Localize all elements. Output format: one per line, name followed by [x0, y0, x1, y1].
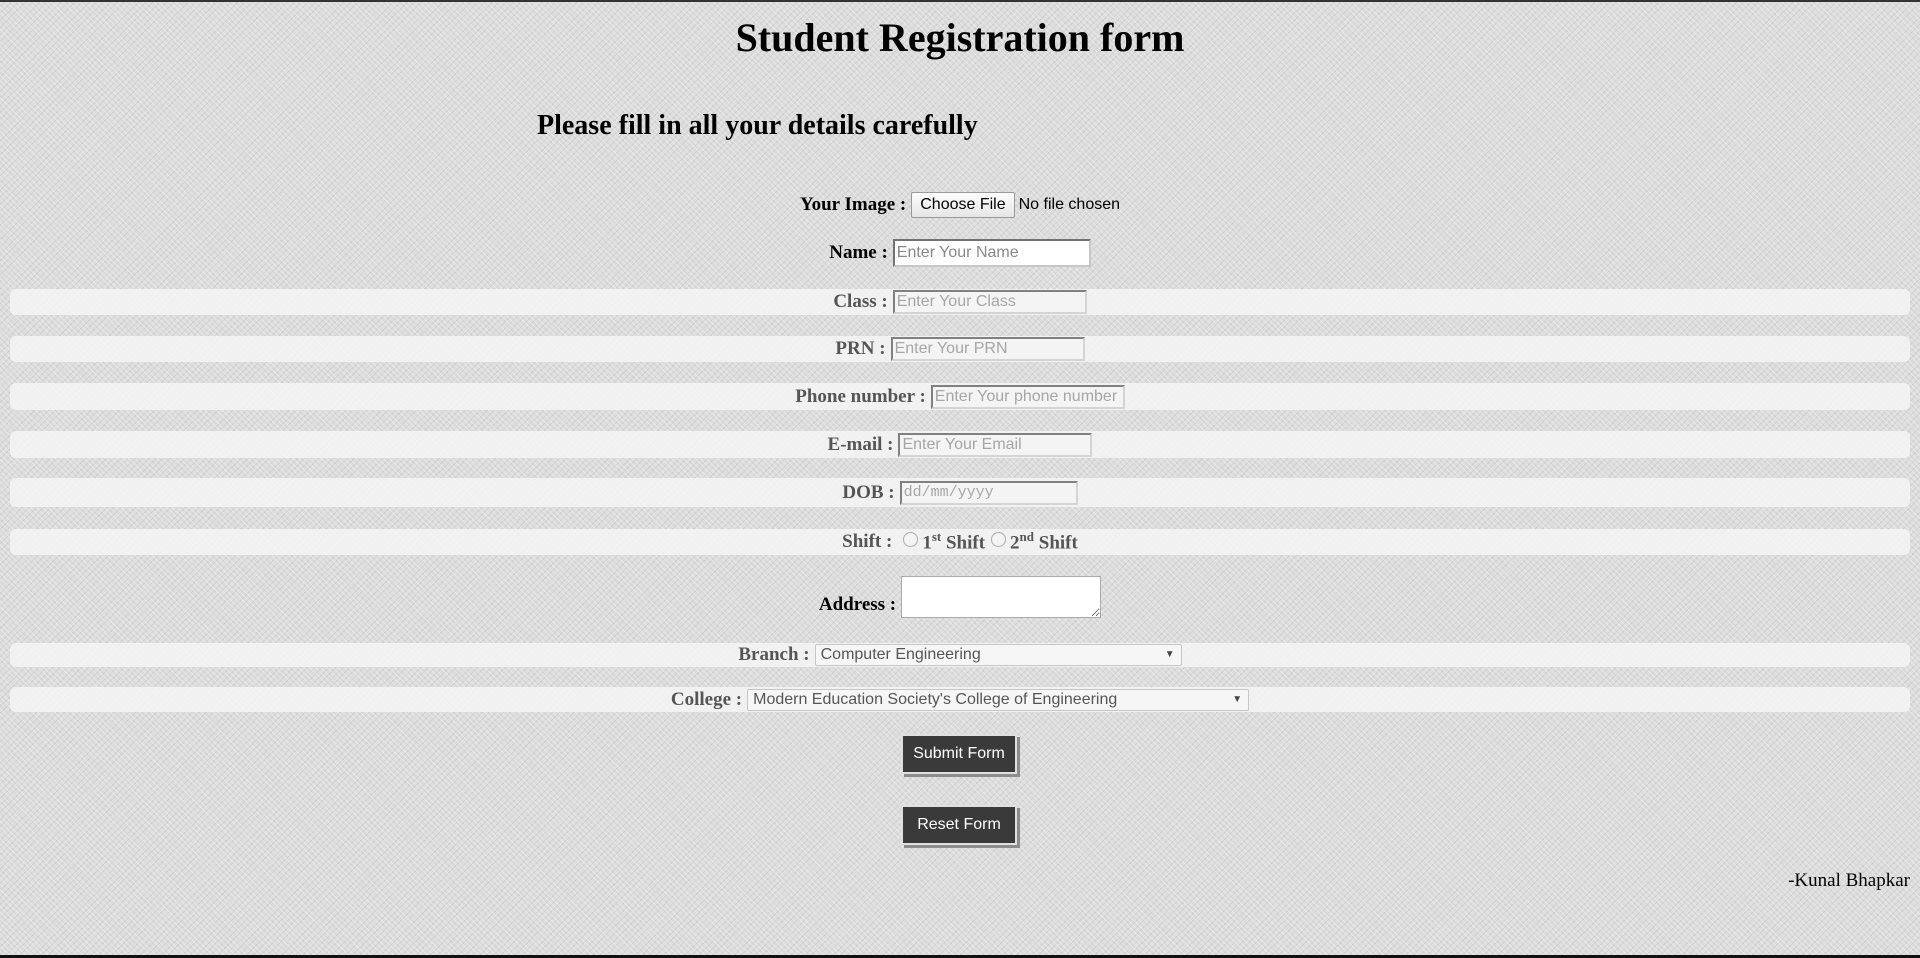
- phone-label: Phone number :: [795, 385, 926, 407]
- name-row: Name :: [0, 239, 1920, 267]
- college-selected-value: Modern Education Society's College of En…: [753, 690, 1118, 708]
- shift-label: Shift :: [842, 531, 893, 552]
- image-row: Your Image : Choose File No file chosen: [0, 191, 1920, 219]
- email-input[interactable]: [898, 432, 1093, 457]
- email-row: E-mail :: [0, 431, 1920, 458]
- submit-button[interactable]: Submit Form: [901, 734, 1017, 774]
- college-select[interactable]: Modern Education Society's College of En…: [747, 688, 1250, 711]
- choose-file-button[interactable]: Choose File: [911, 192, 1015, 218]
- branch-row: Branch : Computer Engineering ▼: [0, 643, 1920, 667]
- branch-select[interactable]: Computer Engineering ▼: [814, 644, 1182, 666]
- dob-row: DOB :: [0, 478, 1920, 507]
- image-label: Your Image :: [799, 194, 907, 215]
- branch-selected-value: Computer Engineering: [820, 646, 981, 663]
- page-subtitle: Please fill in all your details carefull…: [537, 110, 978, 141]
- email-label: E-mail :: [827, 433, 894, 455]
- triangle-down-icon: ▼: [1232, 693, 1243, 705]
- shift-option-2-label: 2nd Shift: [1010, 529, 1078, 554]
- address-row: Address :: [0, 574, 1920, 618]
- dob-label: DOB :: [842, 481, 895, 503]
- address-label: Address :: [818, 594, 897, 615]
- name-input[interactable]: [892, 239, 1091, 267]
- branch-label: Branch :: [738, 644, 810, 665]
- reset-button[interactable]: Reset Form: [901, 805, 1017, 845]
- prn-label: PRN :: [835, 338, 886, 359]
- shift-row: Shift : 1st Shift 2nd Shift: [0, 529, 1920, 555]
- phone-input[interactable]: [930, 384, 1125, 409]
- radio-unchecked-icon[interactable]: [991, 531, 1007, 547]
- author-credit: -Kunal Bhapkar: [1788, 870, 1910, 891]
- file-status-text: No file chosen: [1018, 196, 1121, 213]
- phone-row: Phone number :: [0, 383, 1920, 410]
- class-label: Class :: [833, 291, 888, 312]
- class-row: Class :: [0, 289, 1920, 315]
- radio-unchecked-icon[interactable]: [903, 531, 919, 547]
- dob-input[interactable]: [899, 480, 1078, 505]
- shift-option-1-label: 1st Shift: [922, 529, 986, 554]
- page-title: Student Registration form: [735, 15, 1185, 60]
- prn-row: PRN :: [0, 336, 1920, 362]
- college-label: College :: [670, 688, 743, 710]
- name-label: Name :: [829, 242, 888, 263]
- prn-input[interactable]: [890, 337, 1085, 361]
- class-input[interactable]: [892, 290, 1087, 314]
- triangle-down-icon: ▼: [1164, 649, 1175, 660]
- college-row: College : Modern Education Society's Col…: [0, 687, 1920, 712]
- address-textarea[interactable]: [901, 576, 1102, 618]
